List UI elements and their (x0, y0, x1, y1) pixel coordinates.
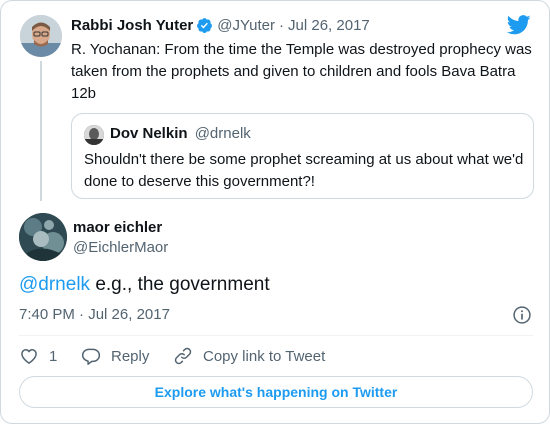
tweet-body: e.g., the government (90, 274, 270, 295)
link-icon (174, 347, 192, 365)
avatar[interactable] (19, 213, 67, 261)
author-handle[interactable]: @EichlerMaor (73, 239, 168, 256)
tweet-timestamp[interactable]: 7:40 PM · Jul 26, 2017 (19, 306, 170, 323)
author-handle[interactable]: @JYuter (217, 17, 275, 34)
copy-link-button[interactable]: Copy link to Tweet (173, 346, 325, 366)
like-count: 1 (49, 347, 58, 365)
like-button[interactable]: 1 (19, 346, 81, 366)
parent-tweet-header: Rabbi Josh Yuter @JYuter · Jul 26, 2017 (71, 15, 370, 35)
divider (19, 335, 533, 336)
separator-dot: · (79, 306, 85, 323)
reply-bubble-icon (81, 348, 101, 365)
quoted-avatar (84, 125, 104, 145)
quoted-tweet[interactable]: Dov Nelkin @drnelk Shouldn't there be so… (71, 113, 534, 199)
author-name[interactable]: Rabbi Josh Yuter (71, 17, 193, 34)
separator-dot: · (279, 16, 285, 34)
info-icon[interactable] (512, 305, 532, 325)
author-name[interactable]: maor eichler (73, 219, 162, 236)
twitter-bird-icon[interactable] (507, 15, 531, 35)
explore-twitter-button[interactable]: Explore what's happening on Twitter (19, 376, 533, 408)
quoted-author-handle: @drnelk (194, 125, 251, 142)
verified-badge-icon (197, 17, 213, 33)
reply-label: Reply (111, 347, 150, 365)
tweet-actions: 1 Reply Copy link to Tweet (19, 345, 325, 367)
heart-icon (21, 349, 37, 364)
quoted-tweet-header: Dov Nelkin @drnelk (110, 125, 251, 142)
tweet-time: 7:40 PM (19, 306, 75, 323)
reply-button[interactable]: Reply (81, 346, 173, 366)
tweet-embed-card: Rabbi Josh Yuter @JYuter · Jul 26, 2017 … (0, 0, 550, 424)
copy-link-label: Copy link to Tweet (203, 347, 326, 365)
tweet-date: Jul 26, 2017 (88, 306, 170, 323)
quoted-author-name: Dov Nelkin (110, 125, 188, 142)
mention-link[interactable]: @drnelk (19, 274, 90, 295)
quoted-tweet-text: Shouldn't there be some prophet screamin… (84, 151, 524, 190)
parent-tweet-text: R. Yochanan: From the time the Temple wa… (71, 41, 532, 102)
tweet-date[interactable]: Jul 26, 2017 (288, 17, 370, 34)
thread-connector-line (40, 61, 42, 201)
main-tweet-text: @drnelk e.g., the government (19, 273, 270, 297)
avatar[interactable] (20, 15, 62, 57)
